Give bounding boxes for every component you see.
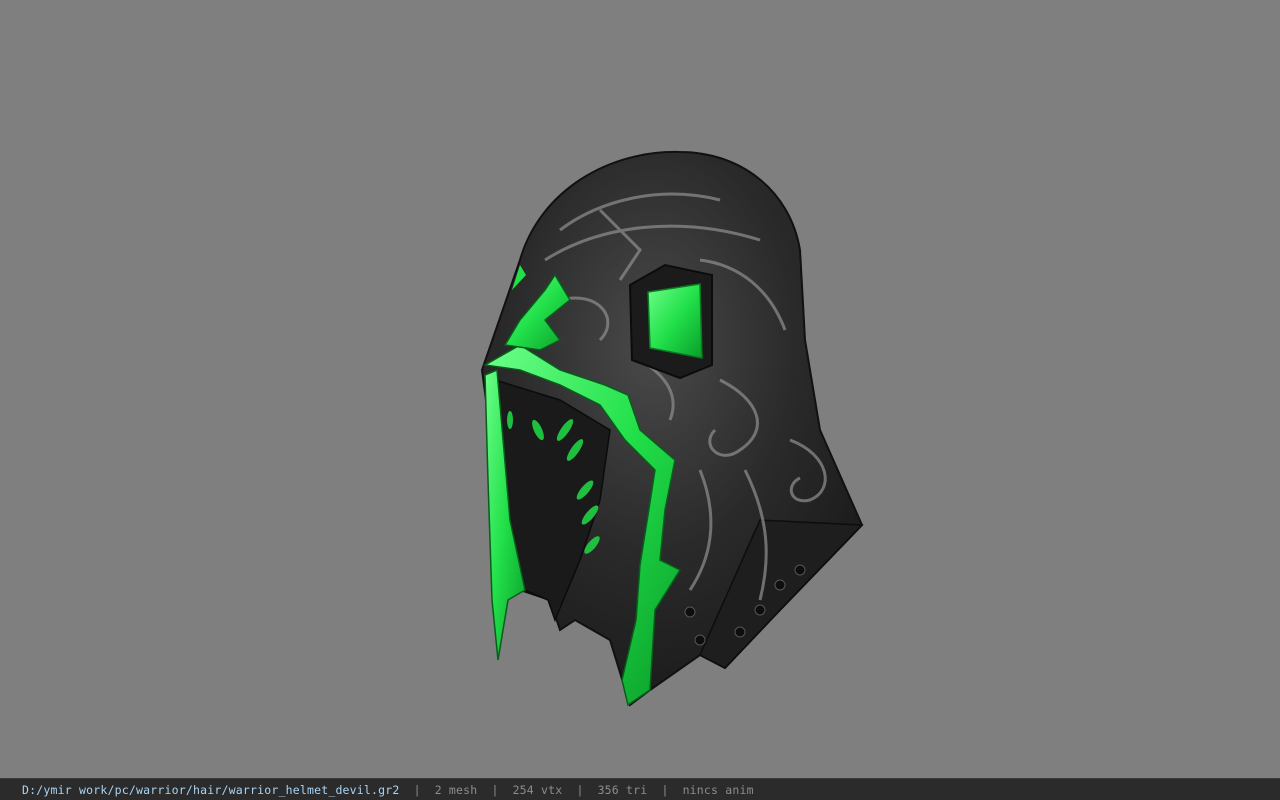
separator: |: [661, 782, 669, 797]
mesh-count: 2 mesh: [434, 782, 478, 797]
helmet-model: [480, 150, 864, 707]
model-viewport[interactable]: [0, 0, 1280, 778]
separator: |: [491, 782, 499, 797]
triangle-count: 356 tri: [597, 782, 648, 797]
separator: |: [413, 782, 421, 797]
status-bar: D:/ymir work/pc/warrior/hair/warrior_hel…: [0, 778, 1280, 800]
file-path: D:/ymir work/pc/warrior/hair/warrior_hel…: [22, 782, 400, 797]
green-gem: [647, 283, 703, 359]
vertex-count: 254 vtx: [512, 782, 563, 797]
anim-status: nincs anim: [682, 782, 754, 797]
separator: |: [576, 782, 584, 797]
